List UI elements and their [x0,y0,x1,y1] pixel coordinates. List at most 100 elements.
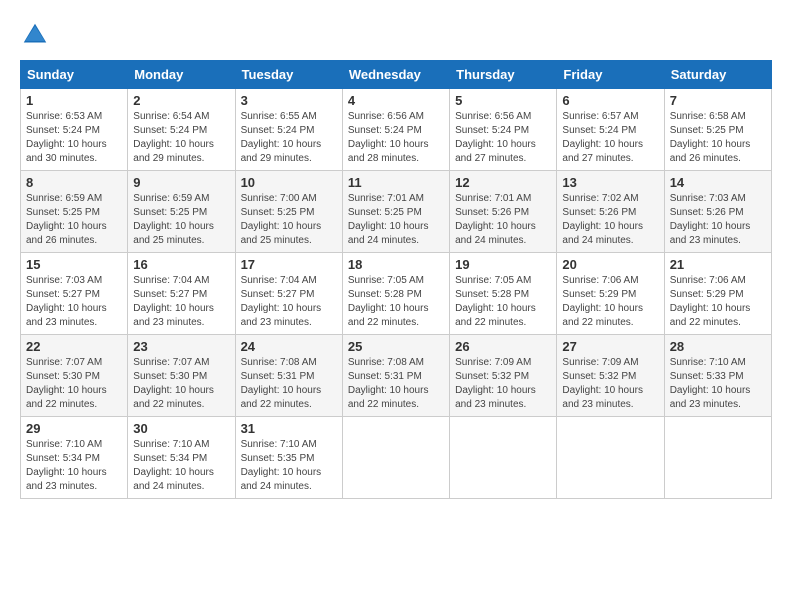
calendar-cell: 15 Sunrise: 7:03 AMSunset: 5:27 PMDaylig… [21,253,128,335]
day-info: Sunrise: 7:00 AMSunset: 5:25 PMDaylight:… [241,193,322,246]
weekday-header-row: SundayMondayTuesdayWednesdayThursdayFrid… [21,61,772,89]
day-info: Sunrise: 6:55 AMSunset: 5:24 PMDaylight:… [241,111,322,164]
day-number: 13 [562,175,658,190]
calendar-cell: 25 Sunrise: 7:08 AMSunset: 5:31 PMDaylig… [342,335,449,417]
day-info: Sunrise: 7:08 AMSunset: 5:31 PMDaylight:… [241,357,322,410]
calendar-cell: 23 Sunrise: 7:07 AMSunset: 5:30 PMDaylig… [128,335,235,417]
day-number: 30 [133,421,229,436]
weekday-thursday: Thursday [450,61,557,89]
calendar-cell: 4 Sunrise: 6:56 AMSunset: 5:24 PMDayligh… [342,89,449,171]
day-info: Sunrise: 7:05 AMSunset: 5:28 PMDaylight:… [348,275,429,328]
day-info: Sunrise: 7:08 AMSunset: 5:31 PMDaylight:… [348,357,429,410]
day-number: 31 [241,421,337,436]
weekday-saturday: Saturday [664,61,771,89]
day-info: Sunrise: 7:06 AMSunset: 5:29 PMDaylight:… [562,275,643,328]
day-info: Sunrise: 6:54 AMSunset: 5:24 PMDaylight:… [133,111,214,164]
calendar-cell: 12 Sunrise: 7:01 AMSunset: 5:26 PMDaylig… [450,171,557,253]
calendar-cell: 28 Sunrise: 7:10 AMSunset: 5:33 PMDaylig… [664,335,771,417]
weekday-tuesday: Tuesday [235,61,342,89]
day-number: 24 [241,339,337,354]
weekday-wednesday: Wednesday [342,61,449,89]
calendar-cell: 6 Sunrise: 6:57 AMSunset: 5:24 PMDayligh… [557,89,664,171]
day-number: 28 [670,339,766,354]
day-number: 15 [26,257,122,272]
day-info: Sunrise: 7:09 AMSunset: 5:32 PMDaylight:… [562,357,643,410]
day-number: 18 [348,257,444,272]
day-number: 14 [670,175,766,190]
day-number: 7 [670,93,766,108]
day-number: 23 [133,339,229,354]
calendar-cell: 17 Sunrise: 7:04 AMSunset: 5:27 PMDaylig… [235,253,342,335]
weekday-friday: Friday [557,61,664,89]
day-info: Sunrise: 7:10 AMSunset: 5:34 PMDaylight:… [26,439,107,492]
week-row-3: 15 Sunrise: 7:03 AMSunset: 5:27 PMDaylig… [21,253,772,335]
calendar-cell: 7 Sunrise: 6:58 AMSunset: 5:25 PMDayligh… [664,89,771,171]
day-number: 29 [26,421,122,436]
week-row-1: 1 Sunrise: 6:53 AMSunset: 5:24 PMDayligh… [21,89,772,171]
calendar-cell [450,417,557,499]
day-number: 16 [133,257,229,272]
calendar-cell: 9 Sunrise: 6:59 AMSunset: 5:25 PMDayligh… [128,171,235,253]
day-number: 21 [670,257,766,272]
day-info: Sunrise: 6:59 AMSunset: 5:25 PMDaylight:… [26,193,107,246]
calendar-cell: 8 Sunrise: 6:59 AMSunset: 5:25 PMDayligh… [21,171,128,253]
calendar-cell: 2 Sunrise: 6:54 AMSunset: 5:24 PMDayligh… [128,89,235,171]
day-info: Sunrise: 6:59 AMSunset: 5:25 PMDaylight:… [133,193,214,246]
day-number: 2 [133,93,229,108]
day-info: Sunrise: 7:07 AMSunset: 5:30 PMDaylight:… [26,357,107,410]
week-row-4: 22 Sunrise: 7:07 AMSunset: 5:30 PMDaylig… [21,335,772,417]
calendar-cell: 30 Sunrise: 7:10 AMSunset: 5:34 PMDaylig… [128,417,235,499]
day-info: Sunrise: 7:04 AMSunset: 5:27 PMDaylight:… [241,275,322,328]
calendar-body: 1 Sunrise: 6:53 AMSunset: 5:24 PMDayligh… [21,89,772,499]
day-number: 6 [562,93,658,108]
day-info: Sunrise: 7:10 AMSunset: 5:35 PMDaylight:… [241,439,322,492]
day-number: 26 [455,339,551,354]
calendar-cell: 11 Sunrise: 7:01 AMSunset: 5:25 PMDaylig… [342,171,449,253]
calendar-cell: 18 Sunrise: 7:05 AMSunset: 5:28 PMDaylig… [342,253,449,335]
day-info: Sunrise: 7:03 AMSunset: 5:27 PMDaylight:… [26,275,107,328]
day-info: Sunrise: 6:57 AMSunset: 5:24 PMDaylight:… [562,111,643,164]
week-row-5: 29 Sunrise: 7:10 AMSunset: 5:34 PMDaylig… [21,417,772,499]
day-info: Sunrise: 7:07 AMSunset: 5:30 PMDaylight:… [133,357,214,410]
day-info: Sunrise: 7:10 AMSunset: 5:33 PMDaylight:… [670,357,751,410]
day-info: Sunrise: 7:10 AMSunset: 5:34 PMDaylight:… [133,439,214,492]
day-number: 17 [241,257,337,272]
day-number: 12 [455,175,551,190]
day-number: 25 [348,339,444,354]
page-header [20,20,772,50]
day-number: 3 [241,93,337,108]
day-number: 1 [26,93,122,108]
day-info: Sunrise: 7:04 AMSunset: 5:27 PMDaylight:… [133,275,214,328]
day-number: 8 [26,175,122,190]
calendar-cell: 10 Sunrise: 7:00 AMSunset: 5:25 PMDaylig… [235,171,342,253]
calendar-cell: 19 Sunrise: 7:05 AMSunset: 5:28 PMDaylig… [450,253,557,335]
day-number: 5 [455,93,551,108]
calendar-cell: 21 Sunrise: 7:06 AMSunset: 5:29 PMDaylig… [664,253,771,335]
calendar-cell: 26 Sunrise: 7:09 AMSunset: 5:32 PMDaylig… [450,335,557,417]
day-info: Sunrise: 7:02 AMSunset: 5:26 PMDaylight:… [562,193,643,246]
day-number: 19 [455,257,551,272]
day-info: Sunrise: 7:03 AMSunset: 5:26 PMDaylight:… [670,193,751,246]
calendar-cell: 3 Sunrise: 6:55 AMSunset: 5:24 PMDayligh… [235,89,342,171]
calendar-cell: 27 Sunrise: 7:09 AMSunset: 5:32 PMDaylig… [557,335,664,417]
calendar-cell [664,417,771,499]
calendar-cell: 5 Sunrise: 6:56 AMSunset: 5:24 PMDayligh… [450,89,557,171]
calendar-cell: 14 Sunrise: 7:03 AMSunset: 5:26 PMDaylig… [664,171,771,253]
calendar-cell: 16 Sunrise: 7:04 AMSunset: 5:27 PMDaylig… [128,253,235,335]
day-number: 10 [241,175,337,190]
day-info: Sunrise: 7:05 AMSunset: 5:28 PMDaylight:… [455,275,536,328]
calendar-cell [557,417,664,499]
calendar-cell: 31 Sunrise: 7:10 AMSunset: 5:35 PMDaylig… [235,417,342,499]
day-number: 27 [562,339,658,354]
calendar-cell: 20 Sunrise: 7:06 AMSunset: 5:29 PMDaylig… [557,253,664,335]
day-info: Sunrise: 7:01 AMSunset: 5:25 PMDaylight:… [348,193,429,246]
day-info: Sunrise: 7:01 AMSunset: 5:26 PMDaylight:… [455,193,536,246]
weekday-sunday: Sunday [21,61,128,89]
day-number: 11 [348,175,444,190]
logo [20,20,54,50]
logo-icon [20,20,50,50]
day-number: 9 [133,175,229,190]
calendar-cell [342,417,449,499]
calendar-cell: 1 Sunrise: 6:53 AMSunset: 5:24 PMDayligh… [21,89,128,171]
day-info: Sunrise: 6:56 AMSunset: 5:24 PMDaylight:… [455,111,536,164]
